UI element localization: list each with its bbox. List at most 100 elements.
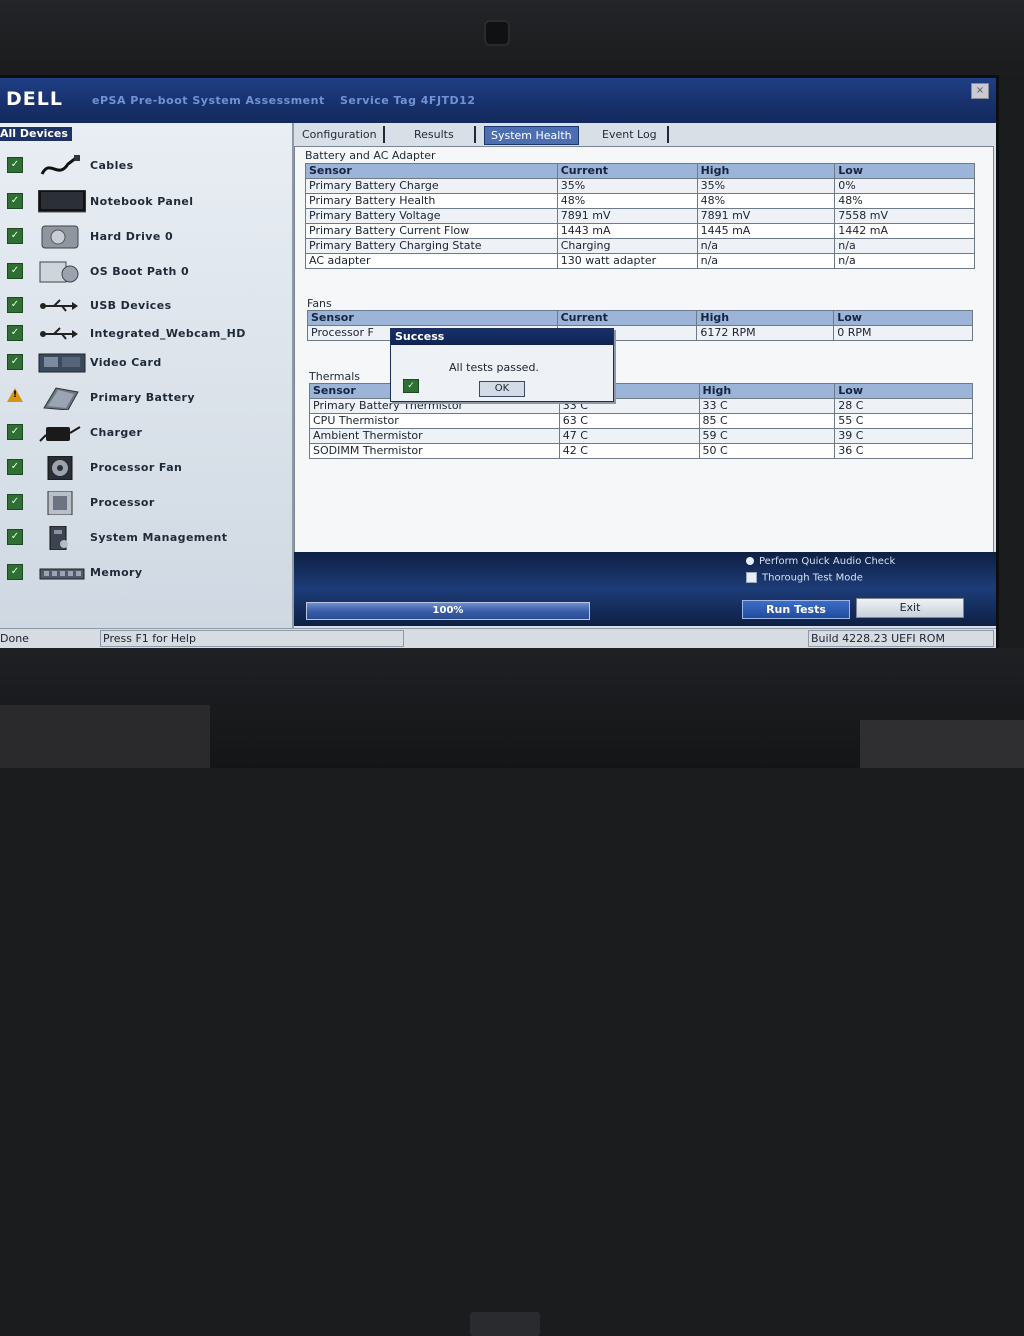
thermals-section-title: Thermals: [309, 370, 361, 383]
check-icon[interactable]: ✓: [7, 564, 23, 580]
tab-configuration[interactable]: Configuration: [296, 126, 385, 143]
check-icon[interactable]: ✓: [7, 354, 23, 370]
table-cell: 48%: [556, 193, 698, 209]
table-row: AC adapter 130 watt adapter n/a n/a: [305, 253, 975, 269]
device-item[interactable]: ✓ USB Devices: [0, 291, 290, 321]
check-icon[interactable]: ✓: [7, 529, 23, 545]
check-icon[interactable]: ✓: [7, 157, 23, 173]
device-item[interactable]: ✓ Notebook Panel: [0, 187, 290, 217]
device-item[interactable]: ✓ Processor: [0, 488, 290, 518]
exit-button[interactable]: Exit: [856, 598, 964, 618]
service-tag: Service Tag 4FJTD12: [340, 94, 476, 107]
table-row: Primary Battery Current Flow 1443 mA 1445 …: [305, 223, 975, 239]
charger-icon: [38, 421, 82, 445]
table-row: Primary Battery Health 48% 48% 48%: [305, 193, 975, 209]
check-icon[interactable]: ✓: [7, 228, 23, 244]
device-item[interactable]: ✓ Charger: [0, 418, 290, 448]
device-label: USB Devices: [90, 299, 172, 312]
check-icon[interactable]: ✓: [7, 424, 23, 440]
table-cell: n/a: [834, 253, 975, 269]
table-cell: 48%: [834, 193, 975, 209]
thorough-mode-option[interactable]: Thorough Test Mode: [746, 572, 863, 584]
column-header: High: [696, 310, 835, 326]
table-cell: 59 C: [698, 428, 836, 444]
table-cell: 50 C: [698, 443, 836, 459]
battery-table: Sensor Current High Low Primary Battery Char…: [305, 163, 975, 269]
table-cell: Primary Battery Charge: [305, 178, 558, 194]
device-label: Processor: [90, 496, 155, 509]
table-cell: 130 watt adapter: [556, 253, 698, 269]
check-icon[interactable]: ✓: [7, 325, 23, 341]
checkbox-icon[interactable]: [746, 572, 757, 583]
fan-icon: [38, 455, 82, 481]
radio-icon[interactable]: [746, 557, 754, 565]
device-label: Notebook Panel: [90, 195, 194, 208]
webcam-icon: [486, 22, 508, 44]
device-item[interactable]: ✓ Memory: [0, 558, 290, 588]
all-devices-header[interactable]: All Devices: [0, 127, 72, 141]
table-cell: AC adapter: [305, 253, 558, 269]
device-item[interactable]: ✓ Cables: [0, 151, 290, 181]
hard-drive-icon: [38, 225, 82, 249]
device-label: Primary Battery: [90, 391, 195, 404]
table-cell: 42 C: [558, 443, 700, 459]
table-cell: 1443 mA: [556, 223, 698, 239]
device-label: Hard Drive 0: [90, 230, 173, 243]
table-cell: 0%: [834, 178, 975, 194]
table-row: SODIMM Thermistor 42 C 50 C 36 C: [309, 443, 973, 459]
check-icon[interactable]: ✓: [7, 193, 23, 209]
device-item[interactable]: ✓ OS Boot Path 0: [0, 257, 290, 287]
table-cell: 1442 mA: [834, 223, 975, 239]
table-cell: n/a: [834, 238, 975, 254]
column-header: Current: [556, 310, 698, 326]
warning-icon: !: [7, 388, 23, 402]
check-icon[interactable]: ✓: [7, 459, 23, 475]
tab-system-health[interactable]: System Health: [484, 126, 579, 145]
table-header-row: Sensor Current High Low: [305, 163, 975, 179]
dell-logo: DELL: [6, 88, 63, 110]
help-hint: Press F1 for Help: [100, 630, 404, 647]
table-cell: Primary Battery Current Flow: [305, 223, 558, 239]
column-header: Sensor: [307, 310, 558, 326]
device-item[interactable]: ✓ Processor Fan: [0, 453, 290, 483]
ok-button[interactable]: OK: [479, 381, 525, 397]
device-item[interactable]: ✓ System Management: [0, 523, 290, 553]
tab-results[interactable]: Results: [392, 126, 476, 143]
system-management-icon: [38, 525, 82, 551]
device-item[interactable]: ✓ Hard Drive 0: [0, 222, 290, 252]
check-icon[interactable]: ✓: [7, 263, 23, 279]
device-label: Cables: [90, 159, 134, 172]
device-label: Memory: [90, 566, 143, 579]
video-card-icon: [38, 351, 86, 375]
table-cell: CPU Thermistor: [309, 413, 560, 429]
table-row: CPU Thermistor 63 C 85 C 55 C: [309, 413, 973, 429]
table-cell: Ambient Thermistor: [309, 428, 560, 444]
run-tests-button[interactable]: Run Tests: [742, 600, 850, 619]
check-icon[interactable]: ✓: [7, 494, 23, 510]
device-label: Video Card: [90, 356, 162, 369]
table-cell: 7891 mV: [556, 208, 698, 224]
thorough-mode-label: Thorough Test Mode: [762, 572, 863, 584]
title-bar: DELL ePSA Pre-boot System Assessment Ser…: [0, 78, 996, 123]
device-item[interactable]: ! Primary Battery: [0, 383, 290, 413]
dialog-message: All tests passed.: [449, 361, 539, 374]
battery-section-title: Battery and AC Adapter: [305, 149, 436, 162]
bezel-logo: [470, 1312, 540, 1336]
usb-icon: [38, 294, 82, 318]
progress-bar: 100%: [306, 602, 590, 620]
table-cell: Primary Battery Charging State: [305, 238, 558, 254]
memory-icon: [38, 561, 85, 585]
tab-event-log[interactable]: Event Log: [596, 126, 669, 143]
check-icon[interactable]: ✓: [7, 297, 23, 313]
table-row: Primary Battery Charge 35% 35% 0%: [305, 178, 975, 194]
laptop-hinge-left: [0, 705, 210, 768]
quick-audio-option[interactable]: Perform Quick Audio Check: [746, 556, 895, 567]
column-header: Low: [834, 163, 975, 179]
device-label: OS Boot Path 0: [90, 265, 190, 278]
column-header: Sensor: [305, 163, 558, 179]
device-item[interactable]: ✓ Video Card: [0, 348, 290, 378]
device-item[interactable]: ✓ Integrated_Webcam_HD: [0, 319, 290, 349]
table-cell: 6172 RPM: [696, 325, 835, 341]
table-cell: Charging: [556, 238, 698, 254]
close-button[interactable]: ×: [971, 83, 989, 99]
